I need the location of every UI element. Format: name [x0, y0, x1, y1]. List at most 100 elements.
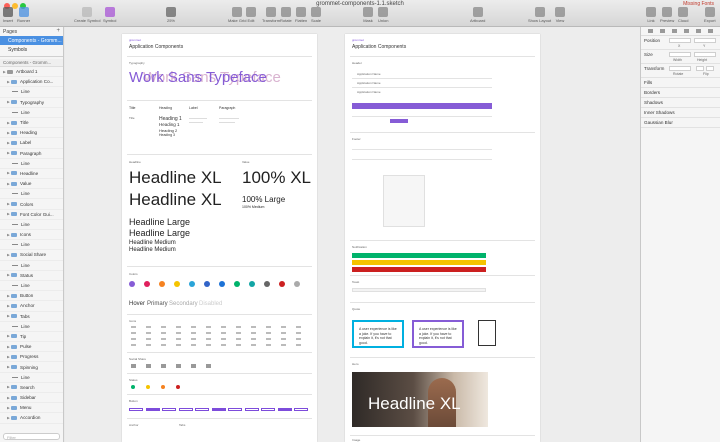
align-left-icon[interactable] — [647, 29, 653, 33]
folder-icon — [11, 385, 17, 390]
layer-item[interactable]: ▶ Paragraph — [0, 149, 63, 159]
folder-icon — [11, 303, 17, 308]
align-top-icon[interactable] — [684, 29, 690, 33]
width-label: Width — [673, 58, 682, 62]
icon-glyph-icon — [236, 344, 241, 346]
folder-icon — [11, 232, 17, 237]
folder-icon — [11, 314, 17, 319]
union-button[interactable]: Union — [378, 7, 388, 23]
layer-item[interactable]: Line — [0, 281, 63, 292]
layer-item[interactable]: ▶ Spinning — [0, 362, 63, 373]
layer-item[interactable]: ▶ Label — [0, 138, 63, 149]
layer-item[interactable]: ▶ Progress — [0, 352, 63, 363]
rotate-field[interactable] — [669, 66, 691, 71]
layer-item[interactable]: Line — [0, 108, 63, 118]
align-right-icon[interactable] — [671, 29, 677, 33]
layer-item[interactable]: ▶ Icons — [0, 230, 63, 241]
position-y-field[interactable] — [694, 38, 716, 43]
layer-item[interactable]: ▶ Pulse — [0, 342, 63, 353]
align-middle-icon[interactable] — [696, 29, 702, 33]
symbol-button[interactable]: Symbol — [103, 7, 116, 23]
layer-item[interactable]: ▶ Font Color Gui... — [0, 210, 63, 220]
layer-item[interactable]: Line — [0, 159, 63, 169]
layer-item[interactable]: Line — [0, 220, 63, 230]
sidebar-divider[interactable] — [0, 56, 63, 57]
plus-button[interactable]: Insert — [3, 7, 13, 23]
rotate-button[interactable]: Rotate — [280, 7, 292, 23]
link-button[interactable]: Link — [646, 7, 656, 23]
runner-button[interactable]: Runner — [17, 7, 30, 23]
layer-item[interactable]: ▶ Application Co... — [0, 77, 63, 88]
layer-item[interactable]: Line — [0, 261, 63, 271]
preview-button[interactable]: Preview — [660, 7, 674, 23]
toolbar-label: Runner — [17, 18, 31, 23]
gaussian-blur-section[interactable]: Gaussian Blur — [641, 118, 720, 128]
inner-shadows-section[interactable]: Inner Shadows — [641, 108, 720, 118]
layer-item[interactable]: ▶ Anchor — [0, 301, 63, 312]
layer-item[interactable]: Line — [0, 240, 63, 251]
view-button[interactable]: View — [555, 7, 565, 23]
layer-item[interactable]: ▶ Status — [0, 271, 63, 281]
show-layout-button[interactable]: Show Layout — [528, 7, 551, 23]
layer-item[interactable]: ▶ Search — [0, 383, 63, 393]
layer-item[interactable]: ▶ Menu — [0, 403, 63, 414]
button-sample — [211, 408, 226, 411]
flatten-icon — [296, 7, 307, 17]
layer-item[interactable]: Line — [0, 87, 63, 98]
page-item-symbols[interactable]: Symbols — [0, 45, 63, 54]
align-center-icon[interactable] — [659, 29, 665, 33]
scale-button[interactable]: Scale — [311, 7, 321, 23]
layer-item[interactable]: ▶ Value — [0, 179, 63, 190]
alignment-tools[interactable] — [641, 27, 720, 36]
layer-item[interactable]: ▶ Title — [0, 118, 63, 129]
mask-button[interactable]: Mask — [363, 7, 373, 23]
icon-glyph-icon — [221, 338, 226, 340]
layer-item[interactable]: ▶ Tabs — [0, 312, 63, 322]
page-item-components[interactable]: Components - Gromm... — [0, 36, 63, 45]
divider — [350, 56, 535, 57]
filter-input[interactable]: Filter — [3, 433, 60, 440]
width-field[interactable] — [669, 52, 691, 57]
preview-icon — [662, 7, 673, 17]
flatten-button[interactable]: Flatten — [295, 7, 307, 23]
make-grid-button[interactable]: Make Grid — [228, 7, 246, 23]
zoom-button[interactable]: 25% — [166, 7, 176, 23]
artboard-button[interactable]: Artboard — [470, 7, 485, 23]
layer-item[interactable]: Line — [0, 322, 63, 332]
layer-item[interactable]: ▶ Accordion — [0, 413, 63, 424]
align-bottom-icon[interactable] — [708, 29, 714, 33]
layer-item[interactable]: ▶ Colors — [0, 199, 63, 210]
fills-section[interactable]: Fills — [641, 78, 720, 88]
borders-section[interactable]: Borders — [641, 88, 720, 98]
layer-item[interactable]: ▶ Tip — [0, 332, 63, 343]
flip-horizontal-button[interactable] — [696, 66, 704, 71]
export-button[interactable]: Export — [704, 7, 716, 23]
canvas[interactable]: grommet Application Components Typograph… — [65, 27, 640, 442]
shadows-section[interactable]: Shadows — [641, 98, 720, 108]
position-x-field[interactable] — [669, 38, 691, 43]
layer-item[interactable]: ▶ Sidebar — [0, 393, 63, 404]
value-label: Value — [242, 160, 250, 164]
create-symbol-button[interactable]: Create Symbol — [74, 7, 100, 23]
flip-vertical-button[interactable] — [706, 66, 714, 71]
headline-large: Headline Large — [129, 217, 191, 227]
layer-item[interactable]: ▶ Headline — [0, 169, 63, 180]
add-page-icon[interactable]: + — [56, 28, 60, 34]
layer-item[interactable]: ▶ Artboard 1 — [0, 67, 63, 78]
artboard-components-right[interactable]: grommet Application Components Header Ap… — [345, 34, 540, 442]
layer-item[interactable]: ▶ Button — [0, 291, 63, 302]
layer-item[interactable]: ▶ Social Share — [0, 250, 63, 261]
layer-item[interactable]: Line — [0, 373, 63, 383]
edit-button[interactable]: Edit — [246, 7, 256, 23]
artboard-components-left[interactable]: grommet Application Components Typograph… — [122, 34, 317, 442]
layer-item[interactable]: ▶ Heading — [0, 128, 63, 139]
icon-glyph-icon — [251, 344, 256, 346]
status-label: Status — [129, 378, 138, 382]
icon-glyph-icon — [281, 338, 286, 340]
button-sample — [129, 408, 143, 411]
transform-button[interactable]: Transform — [262, 7, 280, 23]
layer-item[interactable]: Line — [0, 189, 63, 200]
height-field[interactable] — [694, 52, 716, 57]
layer-item[interactable]: ▶ Typography — [0, 98, 63, 108]
cloud-button[interactable]: Cloud — [678, 7, 688, 23]
